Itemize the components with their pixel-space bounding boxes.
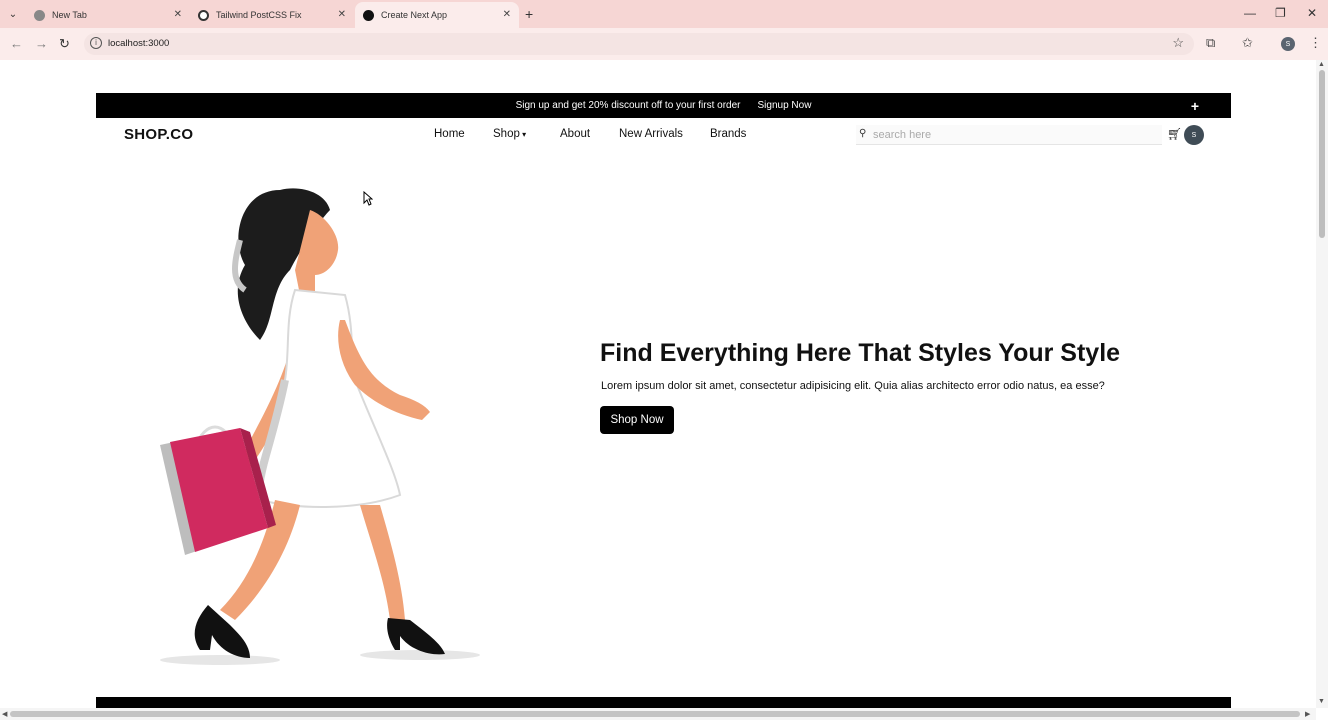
tab-tailwind-postcss-fix[interactable]: Tailwind PostCSS Fix ✕ — [190, 2, 354, 28]
nextjs-icon — [363, 9, 374, 21]
tab-create-next-app[interactable]: Create Next App ✕ — [355, 2, 519, 28]
window-close-icon[interactable]: ✕ — [1307, 6, 1317, 20]
browser-tab-strip: ⌄ New Tab ✕ Tailwind PostCSS Fix ✕ Creat… — [0, 0, 1328, 28]
scroll-right-icon[interactable]: ▶ — [1305, 710, 1310, 718]
nav-brands[interactable]: Brands — [710, 128, 746, 140]
user-avatar[interactable]: S — [1184, 125, 1204, 145]
extensions-icon[interactable]: ⧉ — [1206, 35, 1215, 51]
signup-link[interactable]: Signup Now — [758, 100, 812, 111]
tab-search-dropdown-icon[interactable]: ⌄ — [4, 5, 22, 23]
scroll-up-icon[interactable]: ▲ — [1318, 61, 1325, 68]
chrome-icon — [34, 9, 45, 21]
horizontal-scroll-thumb[interactable] — [10, 711, 1300, 717]
restore-icon[interactable]: ❐ — [1275, 6, 1286, 20]
page-viewport: Sign up and get 20% discount off to your… — [0, 60, 1316, 708]
caret-down-icon: ▾ — [519, 130, 527, 139]
nav-home[interactable]: Home — [434, 128, 465, 140]
bookmarks-icon[interactable]: ✩ — [1242, 35, 1253, 51]
minimize-icon[interactable]: — — [1244, 6, 1256, 20]
promo-banner: Sign up and get 20% discount off to your… — [96, 93, 1231, 118]
horizontal-scrollbar[interactable]: ◀ ▶ — [0, 708, 1316, 720]
shop-now-button[interactable]: Shop Now — [600, 406, 674, 434]
hero-subtext: Lorem ipsum dolor sit amet, consectetur … — [601, 380, 1105, 392]
search-icon: ⚲ — [859, 128, 867, 139]
reload-icon[interactable]: ↻ — [59, 36, 70, 52]
nav-new-arrivals[interactable]: New Arrivals — [619, 128, 683, 140]
tab-title: Create Next App — [381, 10, 448, 20]
search-placeholder: search here — [873, 129, 932, 141]
site-logo[interactable]: SHOP.CO — [124, 126, 193, 143]
hero-headline: Find Everything Here That Styles Your St… — [600, 339, 1121, 367]
back-icon[interactable]: ← — [10, 36, 23, 51]
cart-icon[interactable]: 🛒︎ — [1167, 127, 1182, 141]
openai-icon — [198, 9, 209, 21]
hero-woman-shopping-illustration — [160, 188, 480, 665]
close-tab-icon[interactable]: ✕ — [338, 9, 346, 20]
mouse-cursor-icon — [363, 191, 373, 206]
scroll-left-icon[interactable]: ◀ — [2, 710, 7, 718]
promo-text: Sign up and get 20% discount off to your… — [515, 100, 741, 111]
nav-shop[interactable]: Shop ▾ — [493, 128, 526, 140]
bookmark-star-icon[interactable]: ☆ — [1172, 35, 1184, 51]
address-bar[interactable]: i localhost:3000 ☆ — [84, 33, 1194, 55]
vertical-scroll-thumb[interactable] — [1319, 70, 1325, 238]
close-tab-icon[interactable]: ✕ — [174, 9, 182, 20]
tab-title: New Tab — [52, 10, 87, 20]
section-divider-bar — [96, 697, 1231, 708]
plus-icon[interactable]: + — [1191, 98, 1199, 114]
tab-new-tab[interactable]: New Tab ✕ — [26, 2, 190, 28]
profile-avatar[interactable]: S — [1281, 37, 1295, 51]
forward-icon[interactable]: → — [35, 36, 48, 51]
menu-kebab-icon[interactable]: ⋮ — [1309, 35, 1322, 51]
url-text[interactable]: localhost:3000 — [108, 38, 169, 49]
nav-about[interactable]: About — [560, 128, 590, 140]
tab-title: Tailwind PostCSS Fix — [216, 10, 302, 20]
new-tab-icon[interactable]: + — [525, 6, 533, 22]
vertical-scrollbar[interactable]: ▲ ▼ — [1316, 60, 1328, 708]
site-info-icon[interactable]: i — [90, 37, 102, 49]
close-tab-icon[interactable]: ✕ — [503, 9, 511, 20]
scroll-down-icon[interactable]: ▼ — [1318, 698, 1325, 705]
search-input[interactable]: ⚲ search here — [856, 125, 1162, 145]
nav-shop-label: Shop — [493, 128, 520, 140]
